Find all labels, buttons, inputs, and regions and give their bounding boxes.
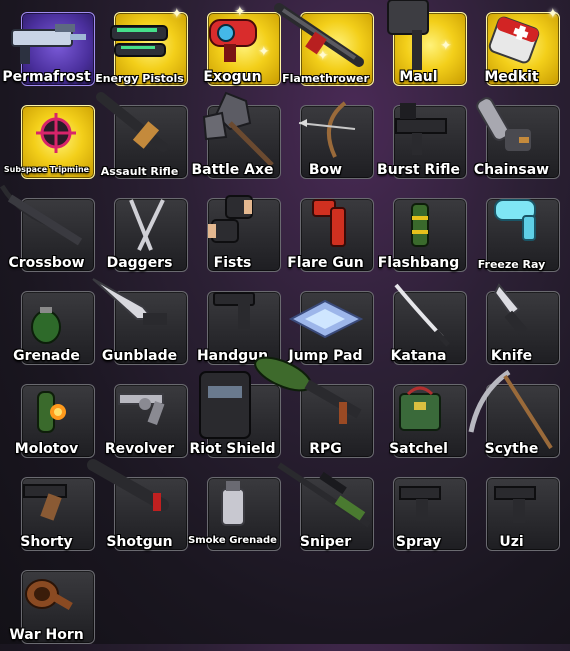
item-label: Shotgun xyxy=(106,534,173,550)
item-label: Jump Pad xyxy=(288,348,363,364)
item-label: Gunblade xyxy=(101,348,178,364)
sparkle-icon: ✦ xyxy=(440,38,452,54)
item-slot-permafrost[interactable]: Permafrost xyxy=(0,0,95,93)
item-label: Burst Rifle xyxy=(377,162,460,178)
item-slot-flamethrower[interactable]: ✦ Flamethrower xyxy=(274,0,374,93)
item-label: Katana xyxy=(390,348,447,364)
item-slot-shorty[interactable]: Shorty xyxy=(0,465,95,558)
item-slot-grenade[interactable]: Grenade xyxy=(0,279,95,372)
item-slot-exogun[interactable]: ✦ ✦ Exogun xyxy=(186,0,281,93)
item-slot-flare-gun[interactable]: Flare Gun xyxy=(279,186,374,279)
item-slot-crossbow[interactable]: Crossbow xyxy=(0,184,95,279)
item-slot-bow[interactable]: Bow xyxy=(279,93,374,186)
item-label: Permafrost xyxy=(2,69,91,85)
item-label: Assault Rifle xyxy=(100,165,179,178)
item-label: Battle Axe xyxy=(191,162,274,178)
item-slot-rpg[interactable]: RPG xyxy=(254,356,374,465)
sparkle-icon: ✦ xyxy=(317,48,329,64)
item-slot-chainsaw[interactable]: Chainsaw xyxy=(465,93,560,186)
item-slot-medkit[interactable]: ✦ Medkit xyxy=(465,0,560,93)
item-slot-scythe[interactable]: Scythe xyxy=(465,369,560,465)
item-slot-molotov[interactable]: Molotov xyxy=(0,372,95,465)
item-slot-assault-rifle[interactable]: Assault Rifle xyxy=(93,92,188,186)
item-label: Bow xyxy=(308,162,343,178)
item-slot-jump-pad[interactable]: Jump Pad xyxy=(279,279,374,372)
item-label: Satchel xyxy=(389,441,448,457)
item-slot-gunblade[interactable]: Gunblade xyxy=(92,278,188,372)
item-label: Molotov xyxy=(14,441,79,457)
item-label: Subspace Tripmine xyxy=(3,165,90,174)
sparkle-icon: ✦ xyxy=(171,6,183,22)
item-slot-energy-pistols[interactable]: ✦ Energy Pistols xyxy=(93,0,188,93)
item-slot-subspace-tripmine[interactable]: Subspace Tripmine xyxy=(0,93,95,186)
item-slot-riot-shield[interactable]: Riot Shield xyxy=(186,371,281,465)
item-label: Sniper xyxy=(299,534,352,550)
item-slot-burst-rifle[interactable]: Burst Rifle xyxy=(372,93,467,186)
item-slot-knife[interactable]: Knife xyxy=(465,279,560,372)
item-label: Freeze Ray xyxy=(477,258,546,271)
item-label: Knife xyxy=(490,348,533,364)
weapon-inventory-grid: Permafrost ✦ Energy Pistols ✦ ✦ Exogun ✦ xyxy=(0,0,570,644)
item-label: Fists xyxy=(213,255,252,271)
sparkle-icon: ✦ xyxy=(547,6,559,22)
item-slot-battle-axe[interactable]: Battle Axe xyxy=(186,91,281,186)
item-label: Grenade xyxy=(13,348,80,364)
item-label: Daggers xyxy=(106,255,173,271)
item-label: Revolver xyxy=(104,441,175,457)
item-label: Uzi xyxy=(499,534,524,550)
item-slot-revolver[interactable]: Revolver xyxy=(93,372,188,465)
sparkle-icon: ✦ xyxy=(258,44,270,60)
item-slot-uzi[interactable]: Uzi xyxy=(465,465,560,558)
item-label: Crossbow xyxy=(8,255,85,271)
item-label: Flashbang xyxy=(377,255,460,271)
item-label: Spray xyxy=(395,534,442,550)
item-slot-daggers[interactable]: Daggers xyxy=(93,186,188,279)
item-label: Shorty xyxy=(20,534,73,550)
item-label: Flamethrower xyxy=(282,72,369,85)
item-slot-satchel[interactable]: Satchel xyxy=(372,372,467,465)
item-label: Energy Pistols xyxy=(95,72,184,85)
item-label: Medkit xyxy=(484,69,539,85)
item-label: Smoke Grenade xyxy=(188,535,277,546)
item-slot-sniper[interactable]: Sniper xyxy=(277,462,374,558)
item-label: RPG xyxy=(309,441,342,457)
item-label: Scythe xyxy=(484,441,539,457)
item-slot-katana[interactable]: Katana xyxy=(372,279,467,372)
item-slot-fists[interactable]: Fists xyxy=(186,186,281,279)
item-slot-maul[interactable]: ✦ Maul xyxy=(372,0,467,93)
item-label: Chainsaw xyxy=(473,162,550,178)
item-slot-flashbang[interactable]: Flashbang xyxy=(372,186,467,279)
item-slot-smoke-grenade[interactable]: Smoke Grenade xyxy=(186,465,281,558)
item-slot-war-horn[interactable]: War Horn xyxy=(0,558,95,651)
item-label: Riot Shield xyxy=(189,441,276,457)
item-slot-spray[interactable]: Spray xyxy=(372,465,467,558)
item-label: Flare Gun xyxy=(287,255,364,271)
item-slot-freeze-ray[interactable]: Freeze Ray xyxy=(465,186,560,279)
item-label: Exogun xyxy=(203,69,262,85)
sparkle-icon: ✦ xyxy=(234,4,246,20)
item-label: War Horn xyxy=(9,627,84,643)
item-slot-shotgun[interactable]: Shotgun xyxy=(87,459,188,558)
item-label: Maul xyxy=(399,69,438,85)
